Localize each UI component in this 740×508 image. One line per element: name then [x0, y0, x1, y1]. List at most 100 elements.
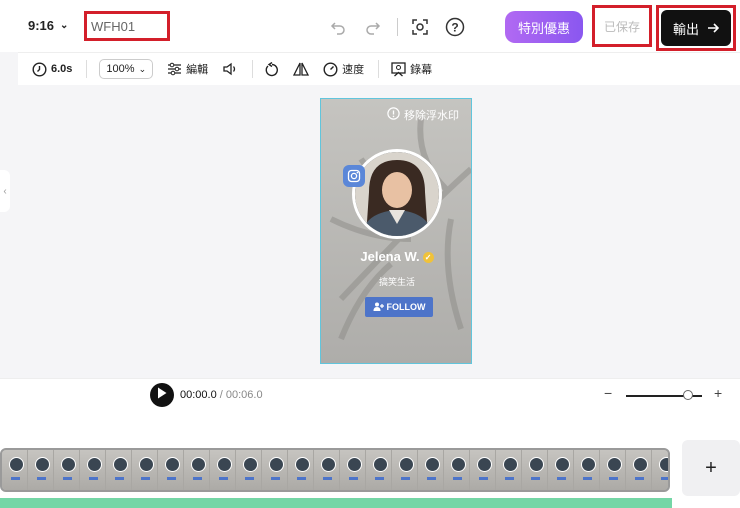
chevron-down-icon: ⌄	[138, 63, 147, 74]
project-name-highlight: WFH01	[84, 11, 170, 41]
clip-thumbnail-frame	[288, 450, 314, 490]
record-screen-button[interactable]: 錄幕	[391, 61, 432, 77]
clip-thumbnail-frame	[2, 450, 28, 490]
duration-control[interactable]: 6.0s	[32, 61, 73, 77]
aspect-ratio-dropdown[interactable]: 9:16 ⌄	[28, 18, 68, 33]
clip-thumbnail-frame	[262, 450, 288, 490]
export-highlight: 輸出	[656, 5, 736, 51]
zoom-in-icon[interactable]: +	[714, 385, 722, 401]
clip-thumbnail-frame	[392, 450, 418, 490]
playback-bar: 00:00.0 / 00:06.0 − +	[0, 378, 740, 413]
time-display: 00:00.0 / 00:06.0	[180, 389, 263, 401]
speedometer-icon	[323, 61, 338, 77]
saved-status: 已保存	[603, 19, 640, 34]
rotate-icon	[265, 61, 279, 77]
clip-thumbnail-frame	[470, 450, 496, 490]
flip-button[interactable]	[293, 62, 310, 76]
clip-thumbnail-frame	[418, 450, 444, 490]
clock-icon	[32, 61, 47, 77]
clip-thumbnail-frame	[54, 450, 80, 490]
speed-label: 速度	[342, 64, 365, 76]
add-label: +	[705, 456, 717, 479]
profile-name-text: Jelena W.	[360, 249, 420, 264]
sliders-icon	[167, 62, 182, 76]
edit-button[interactable]: 編輯	[167, 61, 208, 77]
svg-text:?: ?	[451, 21, 458, 35]
watermark-icon	[387, 107, 400, 123]
profile-name: Jelena W. ✓	[321, 249, 471, 264]
follow-label: FOLLOW	[386, 302, 426, 312]
play-icon	[157, 386, 167, 404]
clip-thumbnail-frame	[522, 450, 548, 490]
clip-thumbnail-frame	[236, 450, 262, 490]
saved-status-highlight: 已保存	[592, 5, 652, 47]
video-canvas[interactable]: 移除浮水印 Jelena W. ✓ 搞笑生活 FOLLOW	[320, 98, 472, 364]
zoom-dropdown[interactable]: 100% ⌄	[99, 59, 154, 79]
profile-subtitle: 搞笑生活	[378, 277, 415, 287]
clip-thumbnail-frame	[132, 450, 158, 490]
clip-thumbnail-frame	[158, 450, 184, 490]
clip-thumbnail-frame	[106, 450, 132, 490]
export-button[interactable]: 輸出	[661, 10, 731, 46]
duration-value: 6.0s	[51, 63, 73, 75]
divider	[378, 60, 380, 78]
speed-button[interactable]: 速度	[323, 61, 364, 77]
export-label: 輸出	[672, 21, 699, 37]
chevron-left-icon: ‹	[3, 185, 7, 197]
add-clip-button[interactable]: +	[682, 440, 740, 496]
timeline: +	[0, 412, 740, 508]
play-button[interactable]	[150, 383, 174, 407]
clip-thumbnail-frame	[548, 450, 574, 490]
undo-icon[interactable]	[327, 16, 349, 38]
total-time: / 00:06.0	[216, 389, 263, 401]
volume-icon	[222, 62, 238, 76]
clip-thumbnail-frame	[314, 450, 340, 490]
clip-thumbnail-frame	[626, 450, 652, 490]
help-icon[interactable]: ?	[444, 16, 466, 38]
add-user-icon	[373, 302, 384, 313]
screen-capture-icon[interactable]	[409, 16, 431, 38]
divider	[86, 60, 88, 78]
redo-icon[interactable]	[362, 16, 384, 38]
verified-check-icon: ✓	[422, 252, 434, 264]
record-label: 錄幕	[410, 64, 433, 76]
side-panel-toggle[interactable]: ‹	[0, 170, 10, 212]
clip-thumbnail-frame	[184, 450, 210, 490]
top-bar: 9:16 ⌄ WFH01 ? 特別優惠 已保存 輸出	[0, 0, 740, 52]
clip-thumbnail-frame	[28, 450, 54, 490]
project-name-input[interactable]: WFH01	[91, 19, 135, 34]
current-time: 00:00.0	[180, 389, 217, 401]
clip-thumbnail-frame	[340, 450, 366, 490]
special-offer-button[interactable]: 特別優惠	[505, 11, 583, 43]
divider	[397, 18, 398, 36]
divider	[252, 60, 254, 78]
timeline-zoom-handle[interactable]	[683, 390, 693, 400]
screen-record-icon	[391, 61, 406, 77]
audio-track[interactable]	[0, 498, 672, 508]
rotate-button[interactable]	[265, 61, 279, 77]
instagram-icon	[343, 165, 365, 187]
flip-icon	[293, 62, 310, 76]
arrow-right-icon	[707, 21, 720, 36]
volume-button[interactable]	[222, 62, 238, 76]
edit-toolbar: 6.0s 100% ⌄ 編輯 速度 錄幕	[18, 52, 740, 85]
clip-thumbnail-frame	[80, 450, 106, 490]
edit-label: 編輯	[186, 64, 209, 76]
avatar	[355, 152, 439, 236]
clip-thumbnail-frame	[652, 450, 668, 490]
follow-badge: FOLLOW	[365, 297, 433, 317]
clip-thumbnail-frame	[366, 450, 392, 490]
clip-thumbnail-frame	[574, 450, 600, 490]
clip-thumbnail-frame	[496, 450, 522, 490]
clip-thumbnail-frame	[210, 450, 236, 490]
video-clip-track[interactable]	[0, 448, 670, 492]
clip-thumbnail-frame	[600, 450, 626, 490]
avatar-frame	[352, 149, 442, 239]
remove-watermark-button[interactable]: 移除浮水印	[387, 107, 459, 123]
zoom-value: 100%	[106, 63, 135, 75]
watermark-label: 移除浮水印	[404, 110, 459, 122]
clip-thumbnail-frame	[444, 450, 470, 490]
zoom-out-icon[interactable]: −	[604, 385, 612, 401]
chevron-down-icon: ⌄	[60, 20, 69, 31]
aspect-ratio-value: 9:16	[28, 18, 55, 33]
